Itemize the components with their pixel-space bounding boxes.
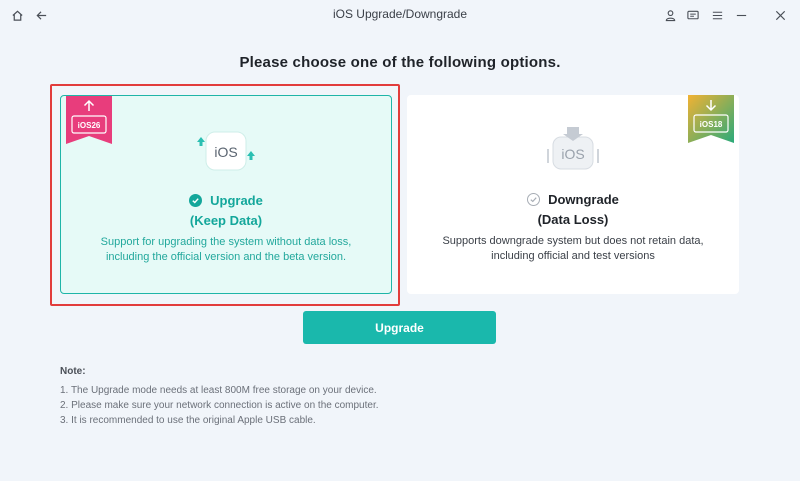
ios18-badge: iOS18 — [688, 95, 734, 143]
title-bar: iOS Upgrade/Downgrade — [0, 0, 800, 30]
ios-upgrade-illustration: iOS — [191, 126, 261, 176]
ios-graphic-text: iOS — [214, 144, 237, 160]
menu-icon[interactable] — [708, 6, 726, 24]
downgrade-option-card[interactable]: iOS18 iOS Downgrade (Data Loss) Supports… — [407, 95, 739, 294]
ios26-badge: iOS26 — [66, 96, 112, 144]
option-subtitle: (Keep Data) — [189, 213, 263, 228]
option-title: Upgrade — [210, 193, 263, 208]
feedback-icon[interactable] — [684, 6, 702, 24]
option-description: Supports downgrade system but does not r… — [442, 235, 704, 262]
close-icon[interactable] — [771, 6, 789, 24]
note-item: 3. It is recommended to use the original… — [60, 415, 316, 426]
page-heading: Please choose one of the following optio… — [239, 54, 561, 71]
selected-check-icon — [189, 194, 203, 207]
upgrade-button[interactable]: Upgrade — [303, 311, 496, 344]
badge-label: iOS18 — [699, 120, 723, 129]
minimize-icon[interactable] — [732, 6, 750, 24]
option-description: Support for upgrading the system without… — [100, 236, 352, 263]
notes-section: Note: 1. The Upgrade mode needs at least… — [60, 366, 379, 428]
notes-title: Note: — [60, 366, 86, 377]
note-item: 1. The Upgrade mode needs at least 800M … — [60, 385, 377, 396]
window-title: iOS Upgrade/Downgrade — [332, 7, 468, 21]
option-title: Downgrade — [548, 192, 619, 207]
user-icon[interactable] — [661, 6, 679, 24]
upgrade-option-card[interactable]: iOS26 iOS Upgrade (Keep Data) Support fo… — [60, 95, 392, 294]
ios-graphic-text: iOS — [561, 146, 584, 162]
option-subtitle: (Data Loss) — [537, 212, 609, 227]
ios-downgrade-illustration: iOS — [538, 125, 608, 175]
note-item: 2. Please make sure your network connect… — [60, 400, 379, 411]
badge-label: iOS26 — [77, 121, 101, 130]
unselected-check-icon — [527, 193, 541, 206]
